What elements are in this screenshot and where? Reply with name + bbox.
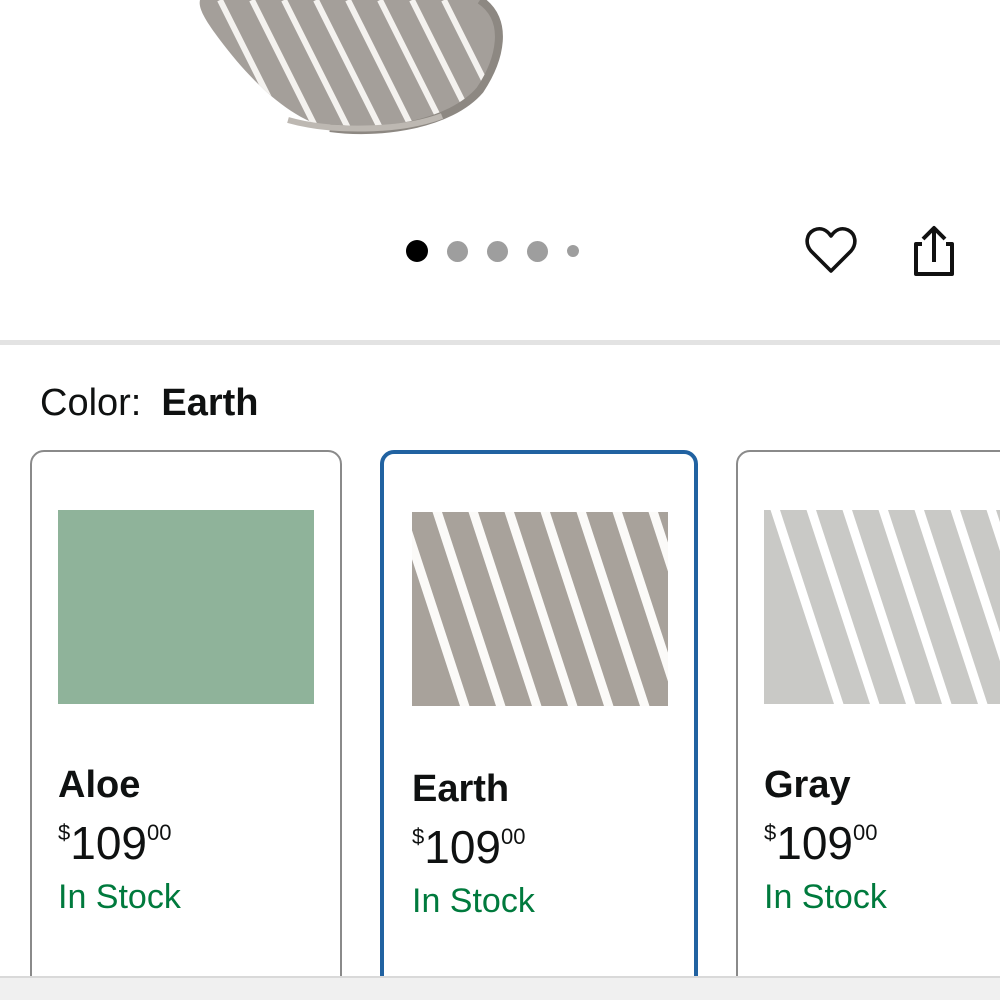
- color-option-gray[interactable]: Gray $10900 In Stock: [736, 450, 1000, 1000]
- color-option-aloe[interactable]: Aloe $10900 In Stock: [30, 450, 342, 1000]
- price-fraction: 00: [853, 820, 878, 845]
- selected-color-value: Earth: [161, 382, 259, 424]
- availability-status: In Stock: [412, 882, 535, 920]
- color-label: Color: Earth: [40, 382, 259, 425]
- bottom-bar: [0, 976, 1000, 1000]
- image-carousel-dots[interactable]: [406, 240, 598, 262]
- color-label-text: Color:: [40, 382, 142, 424]
- product-detail-page: Color: Earth Aloe $10900 In Stock Earth …: [0, 0, 1000, 1000]
- color-option-name: Earth: [412, 768, 510, 810]
- section-divider: [0, 340, 1000, 345]
- color-option-price: $10900: [58, 816, 171, 870]
- swatch-image-aloe: [58, 510, 314, 704]
- price-whole: 109: [424, 821, 501, 873]
- color-option-name: Aloe: [58, 764, 141, 806]
- price-fraction: 00: [501, 824, 526, 849]
- carousel-dot-3[interactable]: [487, 240, 508, 262]
- color-option-price: $10900: [764, 816, 877, 870]
- carousel-dot-4[interactable]: [527, 240, 548, 262]
- price-fraction: 00: [147, 820, 172, 845]
- swatch-image-earth: [412, 512, 668, 706]
- price-currency: $: [764, 820, 777, 845]
- carousel-dot-1[interactable]: [406, 240, 428, 262]
- carousel-dot-5[interactable]: [567, 245, 579, 257]
- price-currency: $: [412, 824, 425, 849]
- color-option-earth[interactable]: Earth $10900 In Stock: [380, 450, 698, 1000]
- price-currency: $: [58, 820, 71, 845]
- share-icon[interactable]: [906, 222, 960, 280]
- carousel-dot-2[interactable]: [447, 240, 468, 262]
- color-option-name: Gray: [764, 764, 851, 806]
- availability-status: In Stock: [764, 878, 887, 916]
- product-image-graphic: [199, 0, 503, 135]
- availability-status: In Stock: [58, 878, 181, 916]
- product-image[interactable]: [180, 0, 540, 140]
- heart-icon[interactable]: [804, 224, 858, 278]
- price-whole: 109: [776, 817, 853, 869]
- price-whole: 109: [70, 817, 147, 869]
- swatch-image-gray: [764, 510, 1000, 704]
- color-option-price: $10900: [412, 820, 525, 874]
